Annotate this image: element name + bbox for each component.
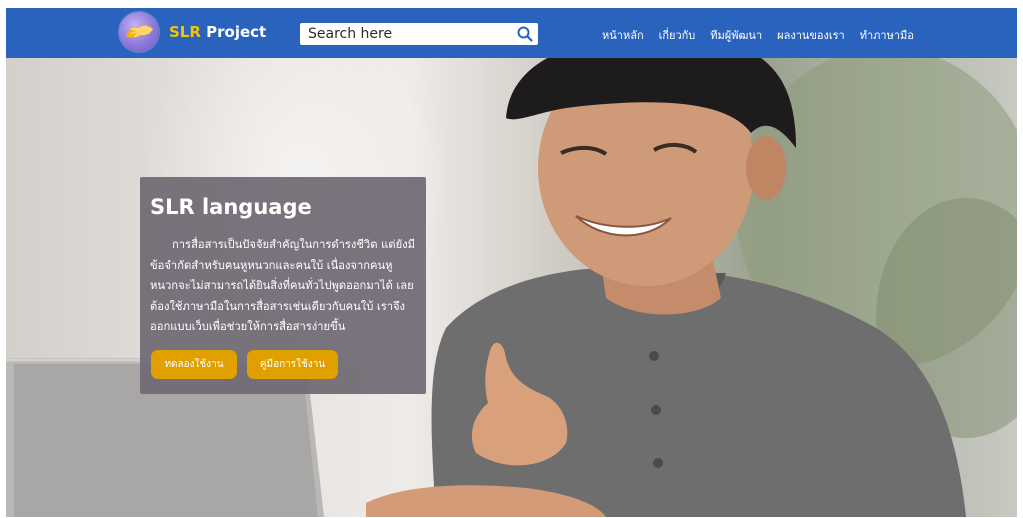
brand-prefix: SLR [169, 23, 201, 41]
nav-links: หน้าหลัก เกี่ยวกับ ทีมผู้พัฒนา ผลงานของเ… [602, 26, 914, 44]
hero-title: SLR language [150, 195, 312, 219]
hero-section: SLR language การสื่อสารเป็นปัจจัยสำคัญใน… [6, 58, 1017, 517]
search-box [300, 23, 538, 45]
search-icon[interactable] [516, 25, 534, 43]
search-input[interactable] [300, 23, 508, 45]
hero-description: การสื่อสารเป็นปัจจัยสำคัญในการดำรงชีวิต … [150, 238, 415, 333]
hero-info-card: SLR language การสื่อสารเป็นปัจจัยสำคัญใน… [140, 177, 426, 394]
nav-link-about[interactable]: เกี่ยวกับ [659, 26, 696, 44]
top-navbar: SLR Project หน้าหลัก เกี่ยวกับ ทีมผู้พัฒ… [6, 8, 1017, 58]
page-frame: SLR Project หน้าหลัก เกี่ยวกับ ทีมผู้พัฒ… [6, 8, 1017, 517]
brand-name[interactable]: SLR Project [169, 23, 266, 41]
nav-link-works[interactable]: ผลงานของเรา [777, 26, 845, 44]
user-manual-button[interactable]: คู่มือการใช้งาน [247, 350, 338, 379]
brand-suffix: Project [200, 23, 267, 41]
sign-language-logo-icon[interactable] [119, 12, 159, 52]
nav-link-team[interactable]: ทีมผู้พัฒนา [710, 26, 762, 44]
nav-link-home[interactable]: หน้าหลัก [602, 26, 644, 44]
try-it-button[interactable]: ทดลองใช้งาน [151, 350, 237, 379]
nav-link-sign-language[interactable]: ทำภาษามือ [860, 26, 914, 44]
